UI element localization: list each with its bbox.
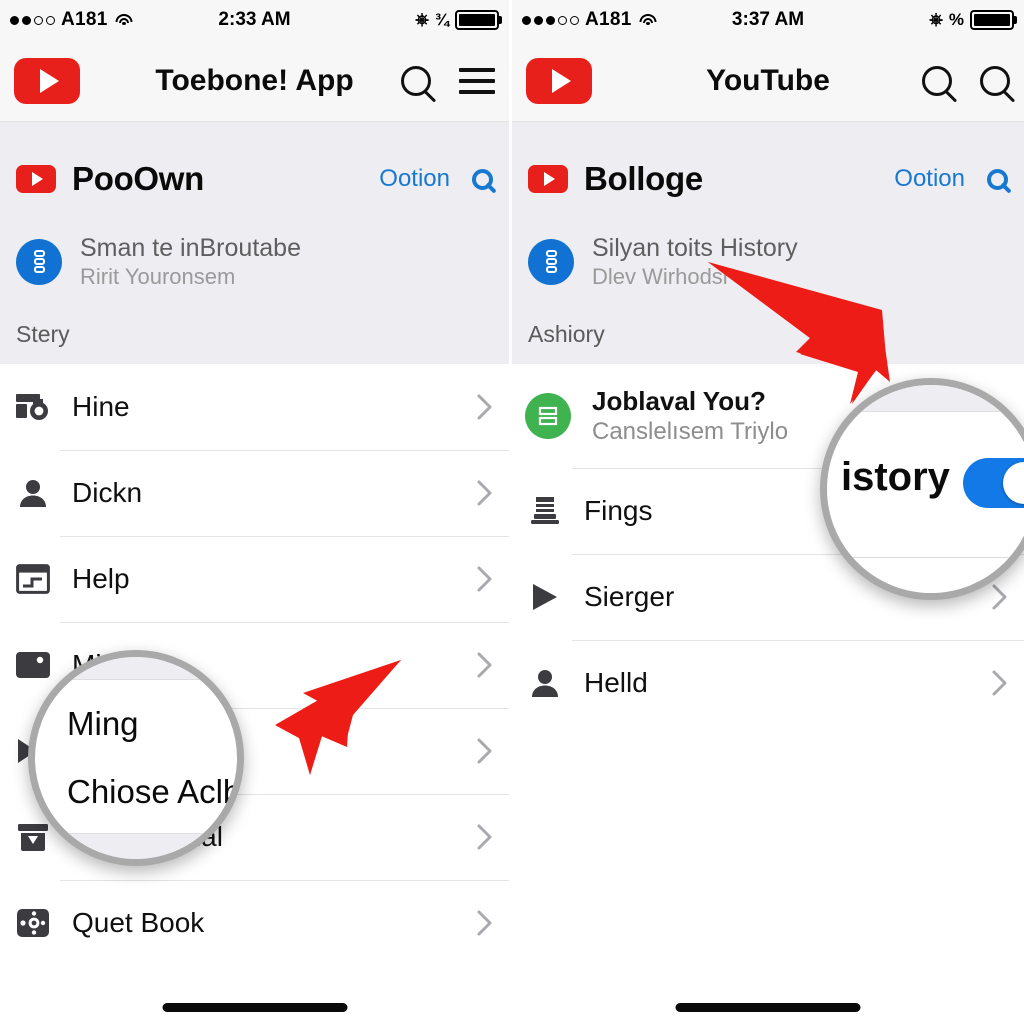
account-name: PooOwn: [72, 160, 205, 197]
chevron-right-icon: [990, 667, 1010, 699]
search-icon[interactable]: [401, 65, 431, 96]
history-card-icon: [10, 391, 56, 423]
list-item-label: Quet Book: [72, 907, 205, 939]
account-row-subtitle: Ririt Youronsem: [80, 263, 236, 289]
printer-icon: [522, 495, 568, 527]
list-item-label: Help: [72, 563, 130, 595]
youtube-logo: [526, 57, 592, 104]
person-icon: [10, 477, 56, 509]
battery-icon: [455, 10, 499, 30]
signal-strength-dots: [522, 15, 579, 25]
person-icon: [522, 667, 568, 699]
list-item-label: Fings: [584, 495, 653, 527]
carrier-label: A181: [585, 9, 632, 30]
left-magnifier-overlay: Ming Chiose Aclbe: [28, 650, 244, 866]
account-row[interactable]: Sman te inBroutabe Ririt Youronsem: [16, 216, 493, 315]
alarm-icon: ⎈: [415, 10, 429, 29]
chevron-right-icon: [475, 563, 495, 595]
left-app-bar: Toebone! App: [0, 40, 509, 122]
chevron-right-icon: [475, 649, 495, 681]
wifi-icon: [115, 13, 133, 27]
list-item[interactable]: Helld: [512, 640, 1024, 727]
green-list-icon: [522, 393, 574, 440]
left-account-section: PooOwn Ootion Sman te inBroutabe Ririt Y…: [0, 122, 509, 316]
list-item-label: Sierger: [584, 581, 675, 613]
settings-gear-icon: [10, 908, 56, 938]
search-icon[interactable]: [922, 65, 952, 96]
hamburger-menu-icon[interactable]: [459, 67, 495, 94]
chevron-right-icon: [475, 907, 495, 939]
toggle-knob: [1003, 462, 1024, 504]
left-phone-screen: A181 2:33 AM ⎈ ¾ Toebone! App PooOwn Oot…: [0, 0, 512, 1024]
window-card-icon: [10, 564, 56, 595]
carrier-label: A181: [61, 9, 108, 30]
magnifier-line-1: Ming: [67, 705, 139, 742]
left-red-arrow: [275, 660, 401, 775]
battery-percent-label: %: [948, 10, 964, 29]
account-row-title: Sman te inBroutabe: [80, 234, 301, 262]
home-indicator: [162, 1003, 347, 1012]
account-avatar-icon: [528, 238, 574, 285]
list-item[interactable]: Hine: [0, 364, 509, 451]
status-left-group: A181: [10, 9, 133, 31]
battery-icon: [970, 10, 1014, 30]
status-right-group: ⎈ ¾: [415, 10, 499, 30]
dual-screenshot-stage: A181 2:33 AM ⎈ ¾ Toebone! App PooOwn Oot…: [0, 0, 1024, 1024]
history-toggle-switch[interactable]: [963, 458, 1024, 508]
search-icon[interactable]: [987, 168, 1008, 190]
battery-percent-label: ¾: [434, 10, 449, 29]
magnifier-line-1: istory: [841, 455, 950, 499]
status-right-group: ⎈ %: [929, 10, 1014, 30]
right-status-bar: A181 3:37 AM ⎈ %: [512, 0, 1024, 40]
youtube-logo-small: [528, 165, 568, 193]
chevron-right-icon: [475, 391, 495, 423]
chevron-right-icon: [475, 735, 495, 767]
home-indicator: [675, 1003, 861, 1012]
status-left-group: A181: [522, 9, 657, 31]
account-avatar-icon: [16, 238, 62, 285]
chevron-right-icon: [475, 477, 495, 509]
list-item[interactable]: Dickn: [0, 450, 509, 537]
toggle-item-subtitle: Canslelısem Triylo: [592, 417, 789, 445]
search-icon[interactable]: [980, 65, 1010, 96]
signal-strength-dots: [10, 15, 55, 25]
account-name: Bolloge: [584, 160, 703, 197]
list-item[interactable]: Help: [0, 536, 509, 623]
list-item-label: Helld: [584, 667, 648, 699]
left-status-bar: A181 2:33 AM ⎈ ¾: [0, 0, 509, 40]
right-red-arrow: [708, 262, 890, 404]
list-item-label: Dickn: [72, 477, 143, 509]
section-header: Stery: [0, 315, 509, 365]
wifi-icon: [639, 13, 657, 27]
youtube-logo: [14, 57, 80, 104]
right-phone-screen: A181 3:37 AM ⎈ % YouTube Bolloge Ootion …: [512, 0, 1024, 1024]
right-app-bar: YouTube: [512, 40, 1024, 122]
alarm-icon: ⎈: [929, 10, 943, 29]
search-icon[interactable]: [472, 168, 493, 190]
option-link[interactable]: Ootion: [894, 165, 965, 193]
option-link[interactable]: Ootion: [379, 165, 450, 193]
play-icon: [522, 582, 568, 612]
list-item-label: Hine: [72, 391, 130, 423]
list-item[interactable]: Quet Book: [0, 880, 509, 967]
chevron-right-icon: [475, 821, 495, 853]
youtube-logo-small: [16, 165, 56, 193]
